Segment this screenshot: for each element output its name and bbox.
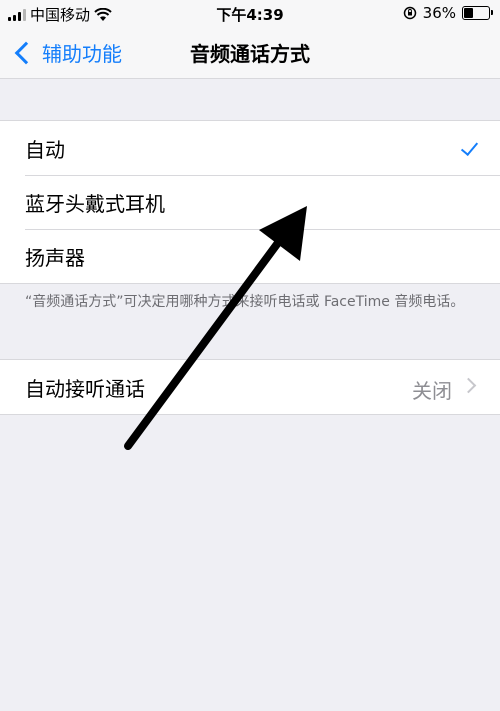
annotation-arrow-icon — [124, 206, 307, 450]
